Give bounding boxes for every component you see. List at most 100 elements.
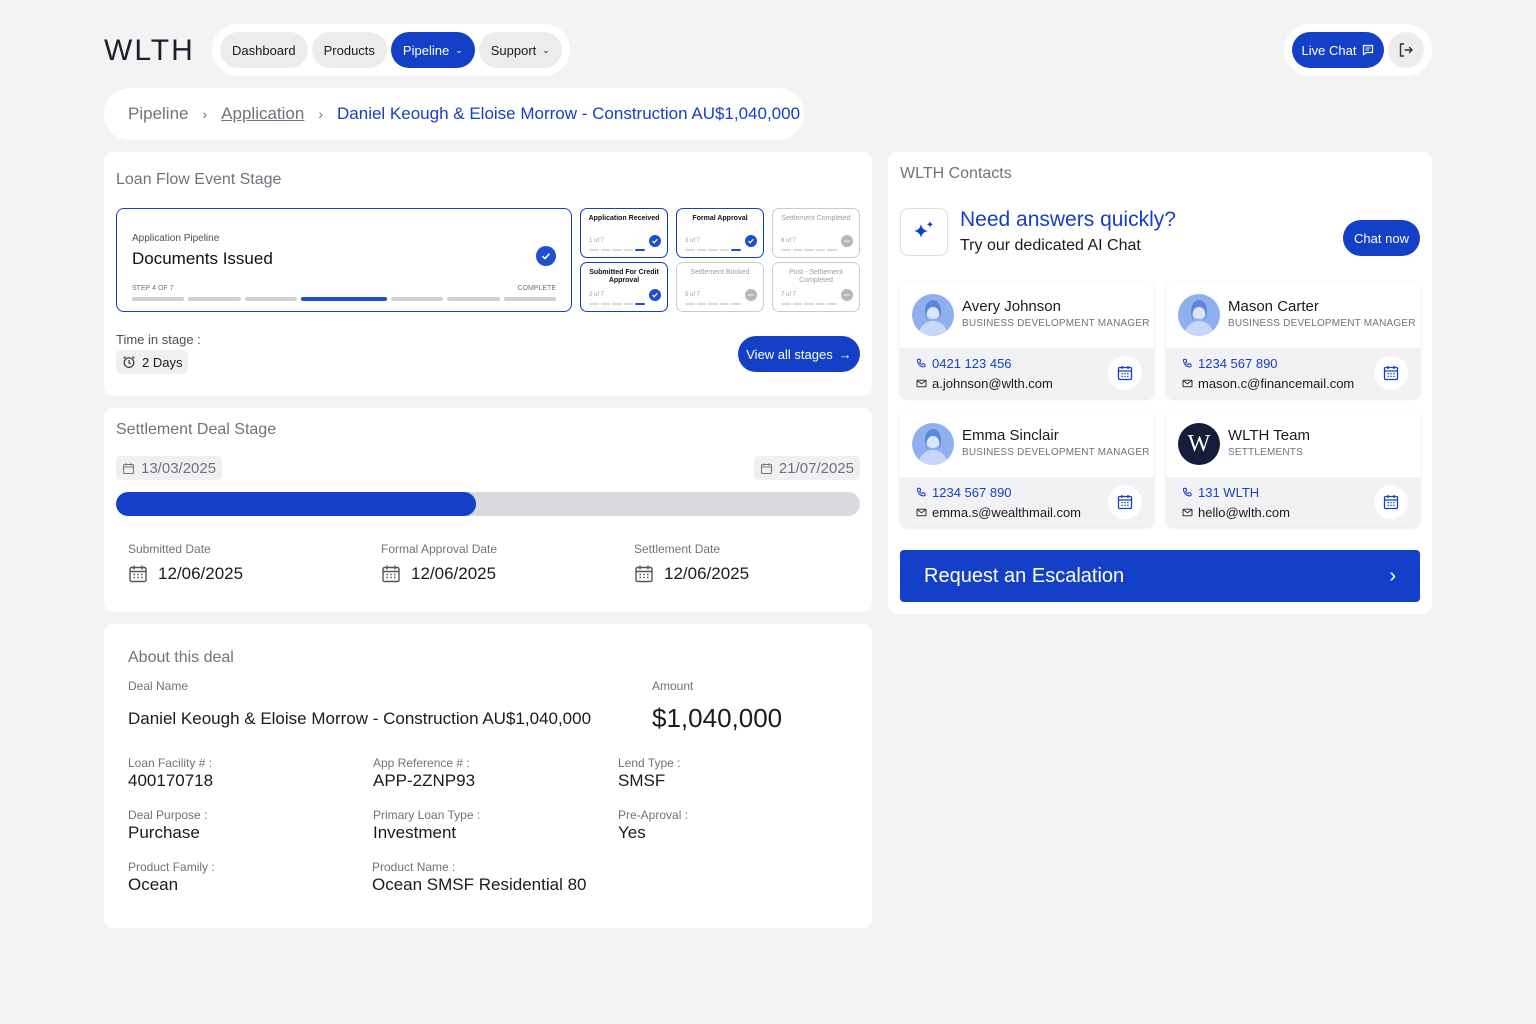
schedule-meeting-button[interactable]	[1108, 485, 1142, 519]
contact-phone[interactable]: 1234 567 890	[916, 485, 1012, 500]
stage-bar-segment	[792, 303, 803, 305]
email-icon	[916, 508, 927, 517]
calendar-icon	[635, 565, 653, 583]
avatar-photo	[1184, 300, 1214, 336]
stage-card[interactable]: Post - Settlement Completed 7 of 7	[772, 262, 860, 312]
stage-card-count: 7 of 7	[781, 292, 797, 298]
field-label: Deal Name	[128, 679, 189, 693]
contact-email[interactable]: emma.s@wealthmail.com	[916, 505, 1081, 520]
amount-field: Amount $1,040,000	[652, 679, 782, 734]
arrow-right-icon: →	[838, 346, 852, 362]
end-date-chip: 21/07/2025	[753, 456, 860, 480]
contact-phone[interactable]: 131 WLTH	[1182, 485, 1259, 500]
settlement-progress-bar	[116, 492, 860, 516]
contact-details: 131 WLTH hello@wlth.com	[1166, 477, 1420, 527]
stage-bar-segment	[589, 249, 599, 251]
live-chat-button[interactable]: Live Chat	[1292, 32, 1384, 68]
stage-card[interactable]: Formal Approval 3 of 7	[676, 208, 764, 258]
stage-bar-segment	[685, 303, 695, 305]
main-nav: Dashboard Products Pipeline ⌄ Support ⌄	[212, 24, 570, 76]
breadcrumb: Pipeline › Application › Daniel Keough &…	[104, 88, 804, 140]
stage-bar-segment	[696, 249, 707, 251]
stage-card[interactable]: Application Received 1 of 7	[580, 208, 668, 258]
time-in-stage-value: 2 Days	[142, 354, 183, 370]
progress-segment	[300, 297, 388, 301]
current-stage-panel[interactable]: Application Pipeline Documents Issued ST…	[116, 208, 572, 312]
date-label: Formal Approval Date	[381, 542, 498, 556]
contact-phone[interactable]: 0421 123 456	[916, 356, 1012, 371]
logout-button[interactable]	[1388, 32, 1424, 68]
calendar-icon	[1117, 366, 1133, 381]
field-value: 400170718	[128, 771, 214, 790]
stage-bar-segment	[804, 249, 814, 251]
stage-bar-segment	[696, 303, 707, 305]
contact-card[interactable]: W WLTH Team SETTLEMENTS 131 WLTH hello@wlth.…	[1166, 411, 1420, 527]
stage-card[interactable]: Settlement Booked 5 of 7	[676, 262, 764, 312]
breadcrumb-pipeline[interactable]: Pipeline	[128, 104, 189, 124]
chat-icon	[1363, 44, 1374, 56]
nav-support[interactable]: Support ⌄	[478, 32, 562, 68]
progress-segment	[503, 297, 556, 301]
wlth-monogram-icon: W	[1187, 430, 1211, 457]
submitted-date-block: Submitted Date 12/06/2025	[128, 542, 243, 584]
stage-card-label: Application Received	[588, 215, 660, 222]
contact-card[interactable]: Mason Carter BUSINESS DEVELOPMENT MANAGER…	[1166, 282, 1420, 398]
loan-flow-title: Loan Flow Event Stage	[116, 171, 282, 188]
chevron-right-icon: ›	[318, 106, 324, 122]
contact-email[interactable]: mason.c@financemail.com	[1182, 376, 1354, 391]
chat-now-button[interactable]: Chat now	[1343, 220, 1420, 256]
field-value: Investment	[373, 823, 457, 842]
avatar	[912, 294, 954, 336]
avatar-photo	[918, 429, 948, 465]
nav-dashboard[interactable]: Dashboard	[220, 32, 308, 68]
stage-bar-segment	[804, 303, 814, 305]
contact-role: BUSINESS DEVELOPMENT MANAGER	[962, 318, 1150, 329]
date-label: Submitted Date	[128, 542, 211, 556]
stage-card-count: 1 of 7	[589, 238, 605, 244]
nav-label: Dashboard	[232, 42, 296, 58]
stage-card-bar	[685, 303, 741, 305]
stage-bar-segment	[781, 303, 791, 305]
stage-card[interactable]: Submitted For Credit Approval 2 of 7	[580, 262, 668, 312]
calendar-icon	[382, 565, 400, 583]
date-value: 12/06/2025	[664, 564, 750, 583]
calendar-icon	[129, 565, 147, 583]
field-label: Primary Loan Type :	[373, 808, 481, 822]
contact-email[interactable]: hello@wlth.com	[1182, 505, 1290, 520]
ai-sparkle-icon-box	[900, 208, 948, 256]
nav-pipeline[interactable]: Pipeline ⌄	[390, 32, 475, 68]
field-label: App Reference # :	[373, 756, 470, 770]
deal-name-value: Daniel Keough & Eloise Morrow - Construc…	[128, 709, 592, 728]
stage-card-bar	[589, 249, 645, 251]
contact-phone[interactable]: 1234 567 890	[1182, 356, 1278, 371]
check-icon	[745, 235, 757, 247]
contact-details: 1234 567 890 emma.s@wealthmail.com	[900, 477, 1154, 527]
contacts-card: WLTH Contacts Need answers quickly? Try …	[888, 152, 1432, 614]
wlth-logo[interactable]: WLTH	[104, 34, 195, 68]
schedule-meeting-button[interactable]	[1108, 356, 1142, 390]
view-all-stages-button[interactable]: View all stages →	[738, 336, 860, 372]
email-address: a.johnson@wlth.com	[932, 376, 1053, 391]
nav-products[interactable]: Products	[311, 32, 387, 68]
stage-bar-segment	[719, 249, 730, 251]
contact-card[interactable]: Avery Johnson BUSINESS DEVELOPMENT MANAGE…	[900, 282, 1154, 398]
avatar	[1178, 294, 1220, 336]
phone-icon	[1182, 487, 1192, 497]
phone-number: 131 WLTH	[1198, 485, 1260, 500]
field-value: Ocean	[128, 875, 179, 894]
avatar-photo	[918, 300, 948, 336]
schedule-meeting-button[interactable]	[1374, 356, 1408, 390]
deal-field: Lend Type : SMSF	[618, 756, 681, 791]
stage-card-bar	[781, 303, 837, 305]
date-value: 12/06/2025	[158, 564, 244, 583]
contact-card[interactable]: Emma Sinclair BUSINESS DEVELOPMENT MANAGE…	[900, 411, 1154, 527]
stage-bar-segment	[827, 303, 837, 305]
breadcrumb-application[interactable]: Application	[221, 104, 304, 124]
stage-bar-segment	[827, 249, 837, 251]
request-escalation-button[interactable]: Request an Escalation ›	[900, 550, 1420, 602]
check-icon	[649, 289, 661, 301]
stage-card-label: Settlement Completed	[781, 215, 851, 222]
schedule-meeting-button[interactable]	[1374, 485, 1408, 519]
stage-card[interactable]: Settlement Completed 6 of 7	[772, 208, 860, 258]
contact-email[interactable]: a.johnson@wlth.com	[916, 376, 1053, 391]
